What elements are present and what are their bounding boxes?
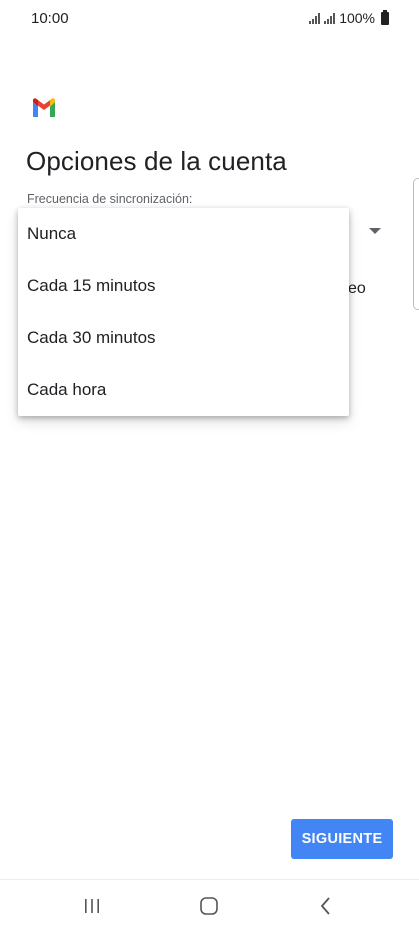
back-button[interactable] bbox=[296, 880, 356, 931]
recent-apps-icon bbox=[85, 899, 99, 913]
scroll-indicator bbox=[413, 178, 419, 310]
menu-item-30-minutos[interactable]: Cada 30 minutos bbox=[18, 312, 349, 364]
dropdown-arrow-icon[interactable] bbox=[369, 228, 381, 234]
menu-item-cada-hora[interactable]: Cada hora bbox=[18, 364, 349, 416]
status-icons: 100% bbox=[309, 9, 389, 26]
page-title: Opciones de la cuenta bbox=[26, 146, 287, 176]
next-button[interactable]: SIGUIENTE bbox=[291, 819, 393, 859]
sync-frequency-menu: Nunca Cada 15 minutos Cada 30 minutos Ca… bbox=[18, 208, 349, 416]
recent-apps-button[interactable] bbox=[62, 880, 122, 931]
partial-label: eo bbox=[348, 280, 366, 297]
battery-percent: 100% bbox=[339, 10, 375, 26]
sync-frequency-label: Frecuencia de sincronización: bbox=[27, 192, 193, 206]
home-button[interactable] bbox=[179, 880, 239, 931]
signal-icon bbox=[324, 12, 336, 24]
status-bar: 10:00 100% bbox=[0, 0, 419, 38]
menu-item-15-minutos[interactable]: Cada 15 minutos bbox=[18, 260, 349, 312]
status-time: 10:00 bbox=[31, 10, 69, 27]
battery-icon bbox=[381, 9, 389, 25]
menu-item-nunca[interactable]: Nunca bbox=[18, 208, 349, 260]
home-icon bbox=[200, 897, 218, 915]
signal-icon bbox=[309, 12, 321, 24]
back-icon bbox=[320, 897, 330, 915]
navigation-bar bbox=[0, 879, 419, 931]
gmail-logo bbox=[33, 98, 55, 117]
